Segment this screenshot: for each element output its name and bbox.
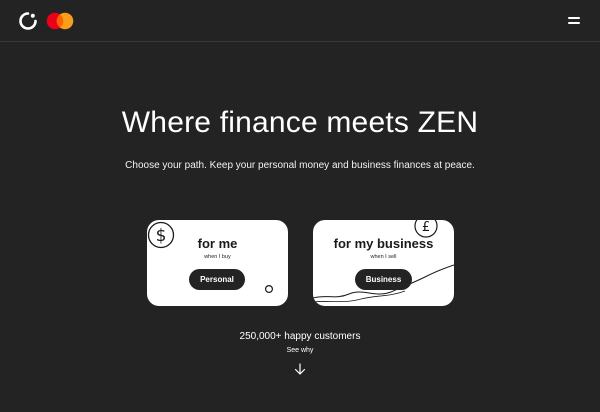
top-header bbox=[0, 0, 600, 42]
personal-card-title: for me bbox=[197, 236, 238, 251]
see-why-link[interactable]: See why bbox=[0, 347, 600, 354]
business-card-caption: when I sell bbox=[370, 254, 397, 260]
personal-card[interactable]: $ for me when I buy Personal bbox=[147, 220, 288, 306]
menu-line-top bbox=[568, 17, 580, 19]
hero-subtitle: Choose your path. Keep your personal mon… bbox=[125, 160, 475, 171]
arrow-down-icon[interactable] bbox=[293, 363, 307, 376]
zen-logo-icon[interactable] bbox=[18, 11, 38, 31]
pound-coin-icon: £ bbox=[313, 220, 454, 303]
personal-button[interactable]: Personal bbox=[189, 269, 245, 290]
hero-title: Where finance meets ZEN bbox=[121, 106, 479, 139]
page: Where finance meets ZEN Choose your path… bbox=[0, 0, 600, 412]
happy-customers-text: 250,000+ happy customers bbox=[239, 331, 361, 342]
svg-text:£: £ bbox=[422, 220, 430, 235]
dollar-coin-icon: $ bbox=[147, 221, 273, 293]
hamburger-menu-icon[interactable] bbox=[566, 14, 582, 28]
menu-line-bottom bbox=[568, 22, 580, 24]
business-button[interactable]: Business bbox=[355, 269, 412, 290]
personal-card-caption: when I buy bbox=[204, 254, 231, 260]
business-card-title: for my business bbox=[333, 236, 434, 251]
mastercard-logo-icon bbox=[46, 12, 74, 30]
business-card[interactable]: £ for my business when I sell Business bbox=[313, 220, 454, 306]
